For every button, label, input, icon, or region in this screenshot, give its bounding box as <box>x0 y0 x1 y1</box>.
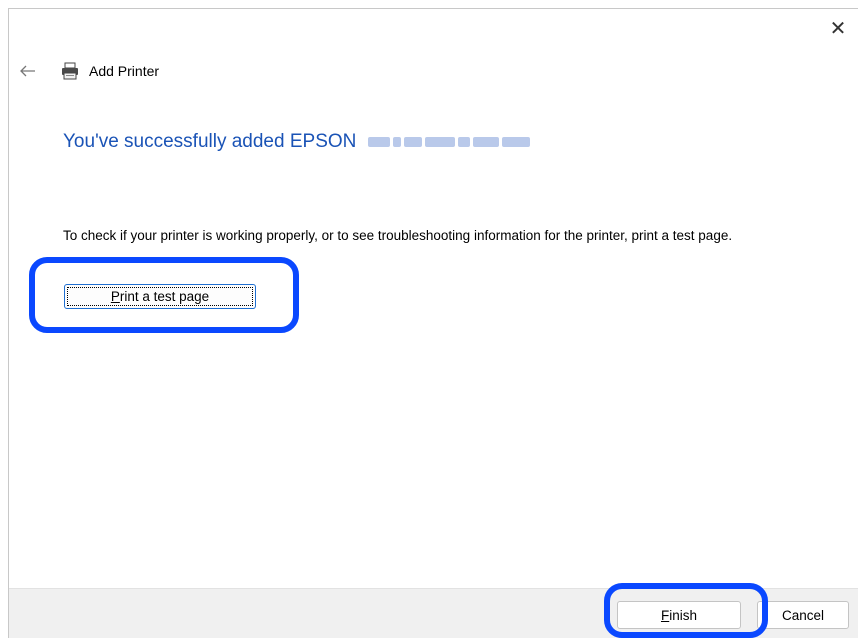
finish-label: inish <box>669 607 697 623</box>
finish-accel: F <box>660 607 670 623</box>
back-arrow-icon <box>20 65 35 77</box>
add-printer-dialog <box>8 8 858 638</box>
finish-button[interactable]: Finish <box>617 601 741 629</box>
success-heading: You've successfully added EPSON <box>63 131 531 153</box>
blurred-printer-model <box>368 137 531 147</box>
close-button[interactable]: ✕ <box>826 16 850 40</box>
success-heading-text: You've successfully added EPSON <box>63 131 357 152</box>
print-test-page-accel: P <box>110 289 120 304</box>
instruction-text: To check if your printer is working prop… <box>63 228 733 243</box>
print-test-page-label: rint a test page <box>119 289 210 304</box>
printer-icon <box>62 62 78 80</box>
cancel-button[interactable]: Cancel <box>757 601 849 629</box>
cancel-label: Cancel <box>781 607 825 623</box>
dialog-title: Add Printer <box>89 63 160 79</box>
back-button[interactable] <box>16 60 40 82</box>
dialog-title-row: Add Printer <box>60 61 159 81</box>
close-icon: ✕ <box>829 17 847 40</box>
instruction-text-overflow <box>63 246 103 252</box>
print-test-page-button[interactable]: Print a test page <box>64 284 256 309</box>
